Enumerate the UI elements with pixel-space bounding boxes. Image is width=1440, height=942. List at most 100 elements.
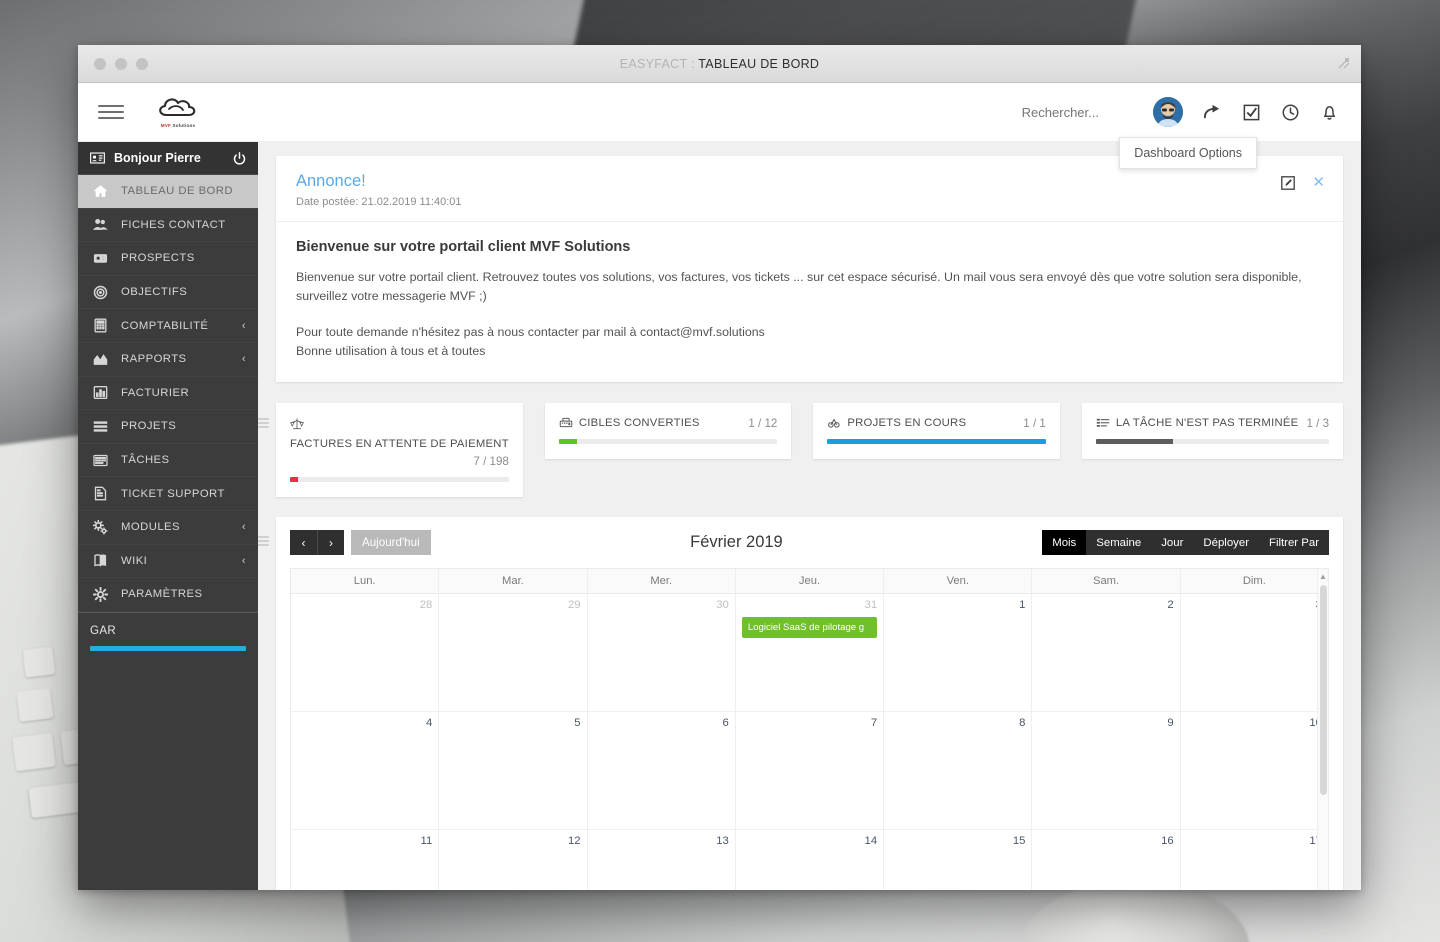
stat-card-value: 7 / 198 — [473, 455, 509, 469]
sidebar-item-param-tres[interactable]: PARAMÈTRES — [78, 578, 258, 612]
edit-icon[interactable] — [1281, 175, 1296, 190]
search-input[interactable] — [869, 104, 1099, 120]
sidebar-item-tableau-de-bord[interactable]: TABLEAU DE BORD — [78, 175, 258, 209]
calendar-scrollbar[interactable]: ▲ — [1317, 569, 1328, 890]
announcement-heading: Bienvenue sur votre portail client MVF S… — [296, 239, 631, 255]
dashboard-options-tooltip: Dashboard Options — [1119, 137, 1257, 169]
calendar-day-cell[interactable]: 8 — [884, 712, 1033, 829]
scroll-up-arrow-icon[interactable]: ▲ — [1318, 572, 1328, 581]
sidebar-item-label: FICHES CONTACT — [121, 218, 226, 231]
calendar-day-cell[interactable]: 4 — [291, 712, 440, 829]
calendar-day-cell[interactable]: 7 — [736, 712, 885, 829]
clock-icon[interactable] — [1281, 103, 1300, 122]
calculator-icon — [90, 318, 110, 333]
browser-window: EASYFACT : TABLEAU DE BORD MVF Solutions — [78, 45, 1361, 890]
bell-icon[interactable] — [1320, 103, 1339, 122]
window-resize-icon[interactable] — [1337, 56, 1351, 70]
calendar-day-cell[interactable]: 11 — [291, 829, 440, 890]
calendar-day-number: 15 — [1012, 834, 1026, 847]
calendar-today-button[interactable]: Aujourd'hui — [351, 530, 431, 556]
calendar-next-button[interactable]: › — [317, 530, 344, 556]
calendar-day-headers: Lun. Mar. Mer. Jeu. Ven. Sam. Dim. — [291, 569, 1328, 595]
bar-chart-icon — [90, 385, 110, 400]
check-square-icon[interactable] — [1242, 103, 1261, 122]
calendar-day-cell[interactable]: 28 — [291, 594, 440, 712]
calendar-day-cell[interactable]: 5 — [439, 712, 588, 829]
tasks-list-icon — [1096, 416, 1110, 430]
calendar-day-cell[interactable]: 10 — [1181, 712, 1328, 829]
calendar-week-row: 11 12 13 14 15 16 17 — [291, 829, 1328, 890]
stat-progress-fill — [290, 477, 298, 483]
announcement-body: Bienvenue sur votre portail client MVF S… — [276, 222, 1343, 382]
sidebar-item-ticket-support[interactable]: TICKET SUPPORT — [78, 477, 258, 511]
calendar-day-cell[interactable]: 16 — [1032, 829, 1181, 890]
calendar-day-cell[interactable]: 29 — [439, 594, 588, 712]
logout-power-icon[interactable] — [233, 151, 246, 165]
stat-card-top: LA TÂCHE N'EST PAS TERMINÉE 1 / 3 — [1096, 416, 1329, 430]
stat-card[interactable]: LA TÂCHE N'EST PAS TERMINÉE 1 / 3 — [1081, 403, 1344, 460]
calendar-day-cell[interactable]: 1 — [884, 594, 1033, 712]
calendar-event[interactable]: Logiciel SaaS de pilotage g — [741, 617, 878, 639]
calendar-day-cell[interactable]: 9 — [1032, 712, 1181, 829]
sidebar-item-prospects[interactable]: PROSPECTS — [78, 242, 258, 276]
handle-line — [258, 422, 269, 424]
burger-line — [98, 111, 124, 113]
close-icon[interactable]: ✕ — [1312, 175, 1325, 190]
stat-drag-handle[interactable] — [258, 415, 269, 430]
sidebar-item-objectifs[interactable]: OBJECTIFS — [78, 276, 258, 310]
tasks-icon — [90, 453, 110, 468]
calendar-day-cell[interactable]: 30 — [588, 594, 736, 712]
list-icon — [90, 419, 110, 434]
calendar-prev-button[interactable]: ‹ — [290, 530, 317, 556]
calendar-day-cell[interactable]: 15 — [884, 829, 1033, 890]
stat-progress-fill — [558, 439, 577, 445]
menu-toggle-button[interactable] — [98, 101, 124, 123]
calendar-weeks: 28293031Logiciel SaaS de pilotage g12345… — [291, 594, 1328, 890]
sidebar-item-label: TICKET SUPPORT — [121, 487, 225, 500]
calendar-view-mois[interactable]: Mois — [1042, 530, 1087, 556]
background-key — [28, 781, 84, 819]
app-logo[interactable]: MVF Solutions — [150, 96, 206, 128]
stat-card[interactable]: PROJETS EN COURS 1 / 1 — [813, 403, 1060, 460]
calendar-day-number: 31 — [864, 599, 878, 612]
calendar-nav-group: ‹ › — [290, 530, 344, 556]
background-key — [12, 732, 56, 772]
main-content: Annonce! Date postée: 21.02.2019 11:40:0… — [258, 142, 1361, 890]
calendar-day-cell[interactable]: 13 — [588, 829, 736, 890]
calendar-day-cell[interactable]: 31 Logiciel SaaS de pilotage g — [736, 594, 885, 712]
sidebar-item-fiches-contact[interactable]: FICHES CONTACT — [78, 209, 258, 243]
calendar-view-jour[interactable]: Jour — [1151, 530, 1194, 556]
sidebar-item-modules[interactable]: MODULES ‹ — [78, 511, 258, 545]
calendar-day-cell[interactable]: 12 — [439, 829, 588, 890]
calendar-view-semaine[interactable]: Semaine — [1086, 530, 1152, 556]
sidebar-item-facturier[interactable]: FACTURIER — [78, 377, 258, 411]
sidebar-item-label: TABLEAU DE BORD — [121, 185, 234, 198]
share-icon[interactable] — [1203, 103, 1222, 122]
sidebar-item-projets[interactable]: PROJETS — [78, 410, 258, 444]
stat-card[interactable]: FACTURES EN ATTENTE DE PAIEMENT 7 / 198 — [276, 403, 523, 498]
sidebar-item-rapports[interactable]: RAPPORTS ‹ — [78, 343, 258, 377]
sidebar-item-t-ches[interactable]: TÂCHES — [78, 444, 258, 478]
calendar-day-cell[interactable]: 17 — [1181, 830, 1328, 890]
stat-card[interactable]: CIBLES CONVERTIES 1 / 12 — [544, 403, 792, 460]
calendar-day-number: 4 — [425, 717, 433, 730]
calendar-day-cell[interactable]: 3 — [1181, 594, 1328, 711]
sidebar-nav: TABLEAU DE BORD FICHES CONTACT PROSPECTS OB… — [78, 175, 258, 612]
calendar-drag-handle[interactable] — [258, 533, 269, 548]
calendar-view-filtrer-par[interactable]: Filtrer Par — [1259, 530, 1329, 556]
scrollbar-thumb[interactable] — [1320, 585, 1327, 796]
sidebar-item-label: PARAMÈTRES — [121, 588, 203, 601]
sidebar-item-comptabilit[interactable]: COMPTABILITÉ ‹ — [78, 309, 258, 343]
calendar-day-number: 30 — [716, 599, 729, 612]
avatar[interactable] — [1153, 97, 1183, 127]
sidebar-item-wiki[interactable]: WIKI ‹ — [78, 545, 258, 579]
calendar-view-d-ployer[interactable]: Déployer — [1193, 530, 1259, 556]
home-icon — [90, 184, 110, 199]
calendar-day-cell[interactable]: 2 — [1032, 594, 1181, 712]
calendar-day-cell[interactable]: 6 — [588, 712, 736, 829]
calendar-day-number: 6 — [722, 717, 729, 730]
avatar-image — [1153, 97, 1183, 127]
gar-label: GAR — [90, 624, 117, 637]
calendar-day-cell[interactable]: 14 — [736, 829, 885, 890]
calendar-day-number: 14 — [864, 834, 878, 847]
